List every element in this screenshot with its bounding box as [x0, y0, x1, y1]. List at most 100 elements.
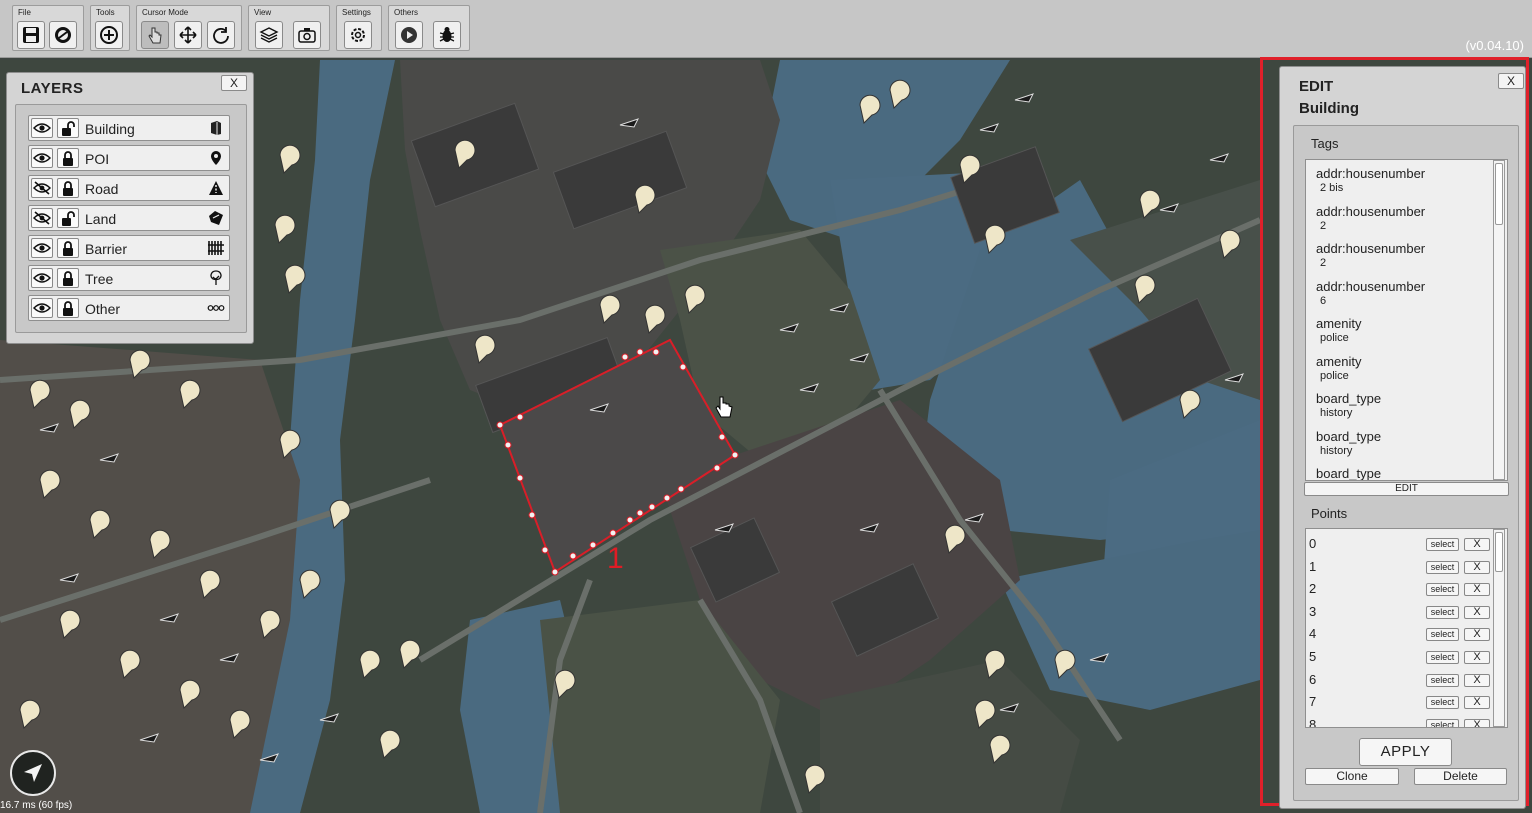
- layer-label: Land: [85, 211, 117, 227]
- point-row: 3 select X: [1306, 601, 1494, 623]
- layers-button[interactable]: [255, 21, 283, 49]
- select-point-button[interactable]: select: [1426, 651, 1459, 664]
- tags-label: Tags: [1311, 136, 1339, 151]
- tag-item[interactable]: board_type history: [1316, 429, 1381, 457]
- delete-point-button[interactable]: X: [1464, 673, 1490, 687]
- unlock-icon[interactable]: [57, 118, 79, 138]
- debug-button[interactable]: [433, 21, 461, 49]
- eye-icon[interactable]: [31, 118, 53, 138]
- select-point-button[interactable]: select: [1426, 628, 1459, 642]
- delete-point-button[interactable]: X: [1464, 696, 1490, 710]
- points-scrollbar[interactable]: [1493, 529, 1505, 727]
- eye-off-icon[interactable]: [31, 178, 53, 198]
- select-point-button[interactable]: select: [1426, 718, 1459, 727]
- points-list[interactable]: 0 select X 1 select X 2 select X 3 select X 4 select X…: [1305, 528, 1508, 728]
- close-layers-button[interactable]: X: [221, 75, 247, 91]
- points-label: Points: [1311, 506, 1348, 521]
- delete-point-button[interactable]: X: [1464, 718, 1490, 727]
- tags-scrollbar[interactable]: [1493, 160, 1505, 480]
- select-point-button[interactable]: select: [1426, 673, 1459, 687]
- delete-point-button[interactable]: X: [1464, 605, 1490, 619]
- layers-icon: [259, 27, 279, 43]
- point-index: 8: [1309, 716, 1317, 728]
- select-point-button[interactable]: select: [1426, 696, 1459, 710]
- layer-row-tree[interactable]: Tree: [28, 265, 230, 291]
- save-button[interactable]: [17, 21, 45, 49]
- tag-item[interactable]: amenity police: [1316, 354, 1362, 382]
- unlock-icon[interactable]: [57, 208, 79, 228]
- lock-icon[interactable]: [57, 298, 79, 318]
- group-label: Cursor Mode: [142, 8, 189, 17]
- lock-icon[interactable]: [57, 148, 79, 168]
- points-scroll-thumb[interactable]: [1495, 532, 1503, 572]
- close-edit-button[interactable]: X: [1498, 73, 1524, 89]
- tag-item[interactable]: addr:housenumber 2: [1316, 241, 1425, 269]
- tag-key: addr:housenumber: [1316, 278, 1426, 294]
- layer-label: Tree: [85, 271, 114, 287]
- delete-point-button[interactable]: X: [1464, 651, 1490, 664]
- point-row: 5 select X: [1306, 646, 1494, 668]
- tags-list[interactable]: addr:housenumber 2 bis addr:housenumber 2 ad…: [1305, 159, 1508, 481]
- eye-icon[interactable]: [31, 268, 53, 288]
- point-index: 5: [1309, 649, 1317, 664]
- layer-row-land[interactable]: Land: [28, 205, 230, 231]
- delete-point-button[interactable]: X: [1464, 628, 1490, 642]
- tag-item[interactable]: addr:housenumber 2: [1316, 204, 1425, 232]
- barrier-layer-icon: [207, 239, 225, 257]
- layer-label: Other: [85, 301, 121, 317]
- tag-item[interactable]: board_type: [1316, 466, 1382, 481]
- edit-tags-button[interactable]: EDIT: [1304, 482, 1509, 496]
- delete-point-button[interactable]: X: [1464, 538, 1490, 551]
- settings-button[interactable]: [344, 21, 372, 49]
- tag-value: history: [1320, 444, 1353, 457]
- eye-icon[interactable]: [31, 298, 53, 318]
- point-row: 1 select X: [1306, 556, 1494, 578]
- camera-icon: [298, 28, 316, 43]
- layer-row-poi[interactable]: POI: [28, 145, 230, 171]
- tag-key: addr:housenumber: [1316, 203, 1426, 219]
- eye-off-icon[interactable]: [31, 208, 53, 228]
- group-label: Tools: [96, 8, 115, 17]
- apply-button[interactable]: APPLY: [1359, 738, 1452, 766]
- compass-button[interactable]: [10, 750, 56, 796]
- play-icon: [401, 27, 417, 43]
- toolbar-group-view: View: [248, 5, 330, 51]
- lock-icon[interactable]: [57, 268, 79, 288]
- select-point-button[interactable]: select: [1426, 583, 1459, 597]
- tag-key: board_type: [1316, 466, 1382, 481]
- rotate-icon: [213, 27, 229, 44]
- layer-row-barrier[interactable]: Barrier: [28, 235, 230, 261]
- point-row: 4 select X: [1306, 623, 1494, 645]
- toolbar-group-settings: Settings: [336, 5, 382, 51]
- tag-item[interactable]: addr:housenumber 6: [1316, 279, 1425, 307]
- layer-row-building[interactable]: Building: [28, 115, 230, 141]
- select-point-button[interactable]: select: [1426, 605, 1459, 619]
- move-mode-button[interactable]: [174, 21, 202, 49]
- toolbar-group-others: Others: [388, 5, 470, 51]
- eye-icon[interactable]: [31, 148, 53, 168]
- layer-label: POI: [85, 151, 110, 167]
- add-button[interactable]: [95, 21, 123, 49]
- panel-subtitle: Building: [1299, 100, 1359, 117]
- rotate-mode-button[interactable]: [207, 21, 235, 49]
- tag-value: history: [1320, 407, 1353, 419]
- delete-point-button[interactable]: X: [1464, 560, 1490, 574]
- hand-mode-button[interactable]: [141, 21, 169, 49]
- select-point-button[interactable]: select: [1426, 538, 1459, 551]
- select-point-button[interactable]: select: [1426, 560, 1459, 574]
- delete-point-button[interactable]: X: [1464, 583, 1490, 597]
- tags-scroll-thumb[interactable]: [1495, 163, 1503, 225]
- layer-row-road[interactable]: Road: [28, 175, 230, 201]
- tag-item[interactable]: board_type history: [1316, 391, 1381, 419]
- eye-icon[interactable]: [31, 238, 53, 258]
- github-button[interactable]: [49, 21, 77, 49]
- delete-button[interactable]: Delete: [1414, 768, 1507, 785]
- play-button[interactable]: [395, 21, 423, 49]
- tag-item[interactable]: amenity police: [1316, 316, 1362, 344]
- lock-icon[interactable]: [57, 178, 79, 198]
- screenshot-button[interactable]: [293, 21, 321, 49]
- lock-icon[interactable]: [57, 238, 79, 258]
- clone-button[interactable]: Clone: [1305, 768, 1399, 785]
- tag-item[interactable]: addr:housenumber 2 bis: [1316, 166, 1425, 194]
- layer-row-other[interactable]: Other: [28, 295, 230, 321]
